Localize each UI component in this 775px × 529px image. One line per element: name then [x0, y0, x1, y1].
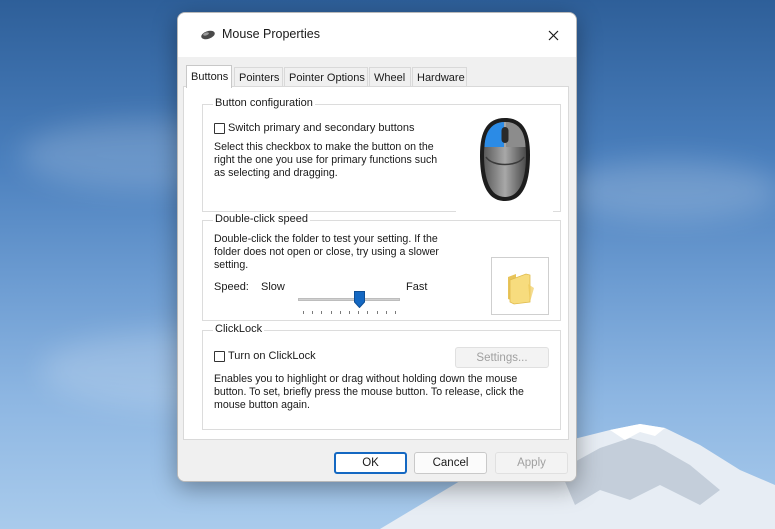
mouse-icon	[480, 118, 530, 201]
close-button[interactable]	[530, 13, 576, 57]
speed-slider-thumb[interactable]	[353, 291, 365, 308]
description-line: Double-click the folder to test your set…	[214, 233, 438, 245]
slider-tick	[367, 311, 369, 314]
description-line: button. To set, briefly press the mouse …	[214, 386, 524, 398]
tab-pointer-options[interactable]: Pointer Options	[284, 67, 368, 87]
tab-pointers[interactable]: Pointers	[234, 67, 283, 87]
group-legend: ClickLock	[213, 323, 265, 335]
window-title: Mouse Properties	[222, 27, 320, 41]
switch-buttons-label: Switch primary and secondary buttons	[228, 122, 415, 134]
group-legend: Double-click speed	[213, 213, 310, 225]
mouse-app-icon	[201, 30, 215, 40]
tab-buttons[interactable]: Buttons	[186, 65, 232, 88]
clicklock-checkbox[interactable]	[214, 350, 225, 362]
cancel-button[interactable]: Cancel	[414, 452, 487, 474]
clicklock-checkbox-row[interactable]: Turn on ClickLock	[214, 350, 316, 362]
group-legend: Button configuration	[213, 97, 315, 109]
description-line: right the one you use for primary functi…	[214, 154, 438, 166]
slider-tick	[395, 311, 396, 314]
button-config-description: Select this checkbox to make the button …	[214, 141, 437, 180]
folder-icon	[508, 273, 534, 305]
slider-tick	[339, 311, 341, 314]
speed-slider-track[interactable]	[298, 298, 400, 301]
double-click-description: Double-click the folder to test your set…	[214, 233, 439, 272]
tab-wheel[interactable]: Wheel	[369, 67, 411, 87]
clicklock-group: ClickLock Turn on ClickLock Settings... …	[202, 323, 561, 430]
switch-buttons-checkbox-row[interactable]: Switch primary and secondary buttons	[214, 122, 414, 134]
slider-tick	[330, 311, 332, 314]
button-configuration-group: Button configuration Switch primary and …	[202, 97, 561, 212]
slider-tick	[385, 311, 387, 314]
description-line: setting.	[214, 259, 249, 271]
dialog-body: Buttons Pointers Pointer Options Wheel H…	[178, 57, 576, 481]
clicklock-settings-button[interactable]: Settings...	[455, 347, 549, 368]
slider-tick	[303, 311, 304, 314]
close-icon	[548, 30, 558, 40]
clicklock-label: Turn on ClickLock	[228, 350, 316, 362]
tab-hardware[interactable]: Hardware	[412, 67, 467, 87]
mouse-properties-dialog: Mouse Properties Buttons Pointers Pointe…	[177, 12, 577, 482]
fast-label: Fast	[406, 281, 428, 293]
test-folder[interactable]	[491, 257, 549, 315]
slider-tick	[376, 311, 378, 314]
slider-tick	[349, 311, 350, 314]
description-line: Select this checkbox to make the button …	[214, 141, 434, 153]
slider-tick	[321, 311, 323, 314]
tab-panel-buttons: Button configuration Switch primary and …	[183, 86, 569, 440]
title-bar: Mouse Properties	[178, 13, 576, 57]
double-click-speed-group: Double-click speed Double-click the fold…	[202, 213, 561, 321]
description-line: folder does not open or close, try using…	[214, 246, 439, 258]
speed-label: Speed:	[214, 281, 249, 293]
slider-tick	[312, 311, 314, 314]
switch-buttons-checkbox[interactable]	[214, 122, 225, 134]
apply-button[interactable]: Apply	[495, 452, 568, 474]
ok-button[interactable]: OK	[334, 452, 407, 474]
slow-label: Slow	[261, 281, 285, 293]
description-line: mouse button again.	[214, 399, 311, 411]
clicklock-description: Enables you to highlight or drag without…	[214, 373, 524, 412]
description-line: as selecting and dragging.	[214, 167, 338, 179]
mouse-illustration	[456, 109, 553, 212]
slider-tick	[358, 311, 360, 314]
description-line: Enables you to highlight or drag without…	[214, 373, 518, 385]
